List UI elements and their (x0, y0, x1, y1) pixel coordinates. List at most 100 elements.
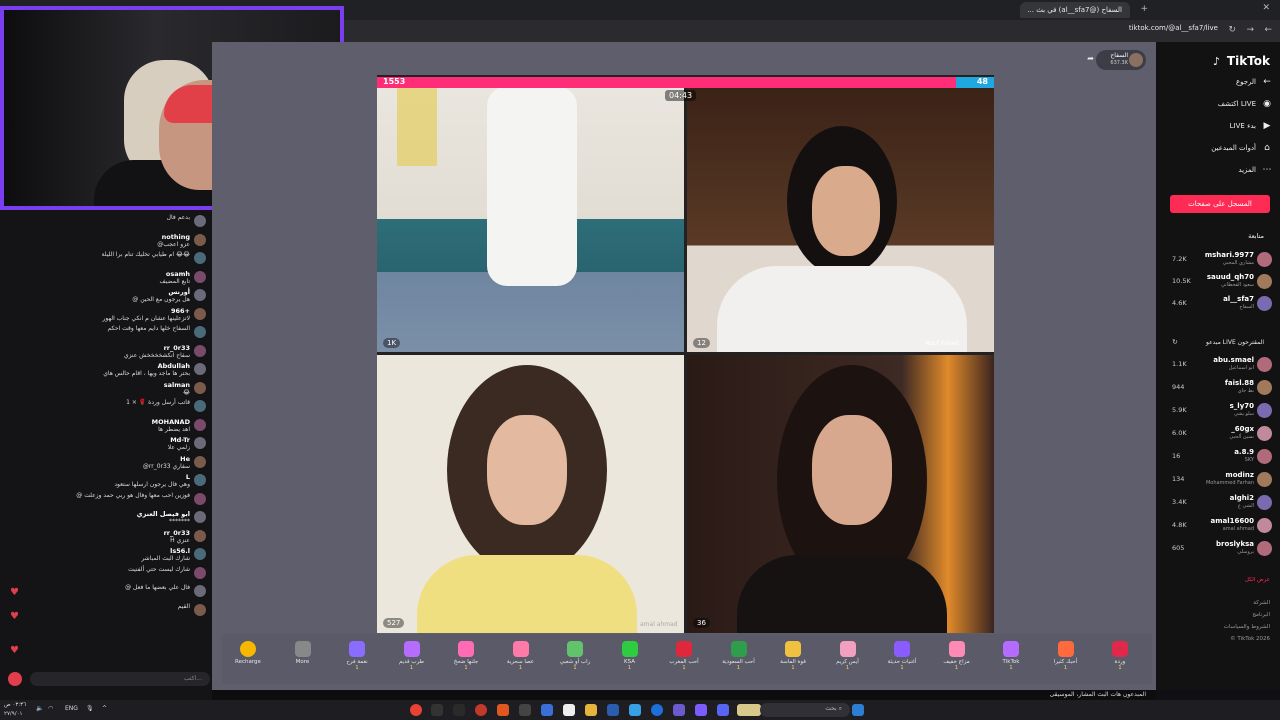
footer-link[interactable]: البرنامج (1252, 612, 1270, 618)
edge-icon[interactable] (651, 704, 663, 716)
chat-avatar[interactable] (194, 548, 206, 560)
chat-username[interactable]: Abdullah (2, 362, 190, 370)
chat-input[interactable]: اكتب... (30, 672, 210, 686)
account-item[interactable]: 10.5K sauud_qh70 سعود القحطاني (1170, 272, 1274, 292)
brave-icon[interactable] (497, 704, 509, 716)
wifi-icon[interactable]: ◠ (48, 705, 53, 712)
account-item[interactable]: 7.2K mshari.9977 مشاري المحبي (1170, 250, 1274, 270)
chat-username[interactable]: osamh (2, 270, 190, 278)
taskbar-search[interactable]: بحث ⌕ (760, 703, 850, 717)
share-icon[interactable]: ➦ (1087, 54, 1094, 63)
gift-item[interactable]: راب أو شعبي 1 (549, 634, 601, 684)
reload-icon[interactable]: ↻ (1228, 25, 1236, 35)
chat-username[interactable]: MOHANAD (2, 418, 190, 426)
chat-avatar[interactable] (194, 492, 206, 505)
record-icon[interactable] (8, 672, 22, 686)
mic-icon[interactable]: 🎙 (86, 705, 94, 712)
nav-more[interactable]: المزيد (1238, 166, 1256, 174)
host-chip[interactable]: السفاح 637.3K (1096, 50, 1146, 70)
follow-button[interactable]: المسجل على صفحات (1170, 195, 1270, 213)
gift-item[interactable]: قوة الماسة 1 (767, 634, 819, 684)
account-item[interactable]: 4.8K amal16600 amal ahmad (1170, 516, 1274, 536)
chat-username[interactable]: rr_0r33 (2, 344, 190, 352)
volume-icon[interactable]: 🔈 (36, 705, 43, 712)
back-icon[interactable]: ← (1264, 25, 1272, 35)
account-item[interactable]: 134 modinz Mohammed Farhan (1170, 470, 1274, 490)
account-item[interactable]: 5.9K s_ly70 سلو يشي (1170, 401, 1274, 421)
chat-avatar[interactable] (194, 270, 206, 283)
guest-video-1[interactable] (377, 86, 684, 352)
guest-video-4[interactable] (687, 355, 994, 633)
chat-username[interactable]: أورنس (2, 288, 190, 296)
gift-item[interactable]: أحبك كثيرا 1 (1040, 634, 1092, 684)
gift-item[interactable]: KSA 1 (604, 634, 656, 684)
app-icon[interactable] (541, 704, 553, 716)
gift-item[interactable]: أحب السعودية 1 (713, 634, 765, 684)
gift-item[interactable]: عصا سحرية 1 (495, 634, 547, 684)
gift-item[interactable]: جلنها ضحخ 1 (440, 634, 492, 684)
account-item[interactable]: 1.1K abu.smael ابو اسماعيل (1170, 355, 1274, 375)
gift-item[interactable]: أغنيات حديثة 1 (876, 634, 928, 684)
tray-chevron-icon[interactable]: ^ (102, 705, 107, 712)
gift-item[interactable]: وردة 1 (1094, 634, 1146, 684)
chat-avatar[interactable] (194, 381, 206, 394)
account-item[interactable]: 16 a.8.9 SKY (1170, 447, 1274, 467)
store-icon[interactable] (607, 704, 619, 716)
gift-item[interactable]: آيس كريم 1 (822, 634, 874, 684)
chat-username[interactable]: ابو فيصل العنزي (2, 510, 190, 518)
guest-video-3[interactable] (377, 355, 684, 633)
app-icon[interactable] (629, 704, 641, 716)
forward-icon[interactable]: → (1246, 25, 1254, 35)
account-item[interactable]: 4.6K al__sfa7 السفاح (1170, 294, 1274, 314)
chat-avatar[interactable] (194, 326, 206, 338)
app-icon[interactable] (453, 704, 465, 716)
nav-creator-tools[interactable]: أدوات المبدعين (1211, 144, 1256, 152)
chrome-icon[interactable] (410, 704, 422, 716)
chat-avatar[interactable] (194, 511, 206, 523)
gift-item[interactable]: أحب المغرب 1 (658, 634, 710, 684)
account-item[interactable]: 3.4K alghi2 الشي ع (1170, 493, 1274, 513)
chat-avatar[interactable] (194, 215, 206, 227)
chat-username[interactable]: ls56.l (2, 547, 190, 555)
gift-item[interactable]: Recharge (222, 634, 274, 684)
language-indicator[interactable]: ENG (65, 705, 78, 712)
chat-avatar[interactable] (194, 455, 206, 468)
chat-username[interactable]: salman (2, 381, 190, 389)
footer-link[interactable]: الشركة (1253, 600, 1270, 606)
chat-username[interactable]: rr_0r33 (2, 529, 190, 537)
footer-link[interactable]: الشروط والسياسات (1224, 624, 1270, 630)
chat-username[interactable]: L (2, 473, 190, 481)
app-icon[interactable] (673, 704, 685, 716)
chat-avatar[interactable] (194, 418, 206, 431)
nav-start-live[interactable]: LIVE بدء (1230, 122, 1256, 130)
chat-avatar[interactable] (194, 400, 206, 412)
chat-avatar[interactable] (194, 566, 206, 579)
app-icon[interactable] (431, 704, 443, 716)
see-all-link[interactable]: عرض الكل (1245, 577, 1270, 583)
chat-avatar[interactable] (194, 603, 206, 616)
chat-avatar[interactable] (194, 585, 206, 597)
gift-item[interactable]: More (277, 634, 329, 684)
close-window-icon[interactable]: ✕ (1262, 3, 1270, 13)
chat-avatar[interactable] (194, 529, 206, 542)
chat-avatar[interactable] (194, 252, 206, 264)
app-icon[interactable] (563, 704, 575, 716)
nav-back[interactable]: الرجوع (1236, 78, 1256, 86)
gift-item[interactable]: نغمة فرح 1 (331, 634, 383, 684)
clock-time[interactable]: ٠٣:٣٦ ص (4, 702, 26, 708)
folder-icon[interactable] (585, 704, 597, 716)
account-item[interactable]: 6.0K _60gx نسين ألحبي (1170, 424, 1274, 444)
browser-tab[interactable]: السفاح (@al__sfa7) في بث ... (1020, 2, 1130, 18)
guest-video-2[interactable] (687, 86, 994, 352)
chat-username[interactable]: nothing (2, 233, 190, 241)
chat-avatar[interactable] (194, 289, 206, 301)
clock-date[interactable]: ٢٧/٩/٠١ (4, 711, 22, 717)
chat-username[interactable]: He (2, 455, 190, 463)
app-icon[interactable] (695, 704, 707, 716)
chat-avatar[interactable] (194, 437, 206, 449)
app-icon[interactable] (475, 704, 487, 716)
app-icon[interactable] (519, 704, 531, 716)
chat-avatar[interactable] (194, 233, 206, 246)
account-item[interactable]: 605 broslyksa بروسلي (1170, 539, 1274, 559)
refresh-icon[interactable]: ↻ (1172, 338, 1178, 346)
